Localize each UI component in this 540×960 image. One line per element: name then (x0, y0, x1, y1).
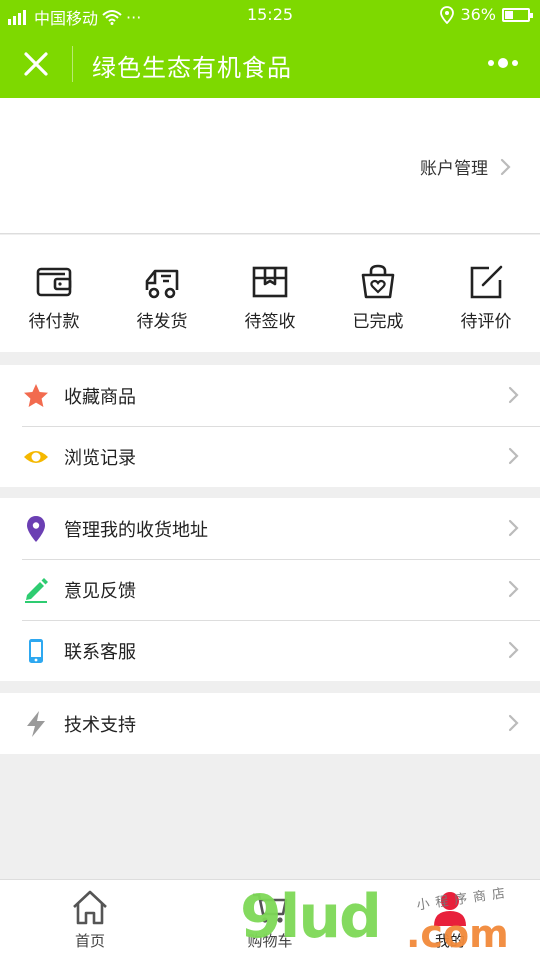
menu-customer-service[interactable]: 联系客服 (0, 620, 540, 681)
account-management-label: 账户管理 (420, 159, 488, 179)
page-title: 绿色生态有机食品 (92, 54, 292, 82)
chevron-right-icon (508, 714, 519, 732)
tab-profile[interactable]: 我的 (360, 880, 540, 960)
battery-icon (502, 7, 533, 22)
location-pin-icon (22, 515, 50, 543)
menu-label: 浏览记录 (64, 447, 136, 469)
order-label: 待签收 (244, 312, 296, 332)
order-label: 待付款 (28, 312, 80, 332)
tab-label: 我的 (434, 932, 465, 950)
lightning-icon (22, 710, 50, 738)
location-status-icon (440, 5, 455, 24)
star-icon (22, 382, 50, 410)
cart-icon (253, 893, 288, 923)
chevron-right-icon (508, 447, 519, 465)
menu-group-account: 管理我的收货地址 意见反馈 联系客服 (0, 498, 540, 681)
chevron-right-icon (508, 641, 519, 659)
order-completed[interactable]: 已完成 (324, 235, 432, 352)
status-bar: 中国移动 ··· 15:25 36% (0, 0, 540, 30)
menu-label: 意见反馈 (64, 580, 136, 602)
tab-cart[interactable]: 购物车 (180, 880, 360, 960)
pencil-icon (22, 576, 50, 604)
chevron-right-icon (508, 580, 519, 598)
menu-label: 收藏商品 (64, 386, 136, 408)
battery-percent: 36% (460, 5, 496, 24)
menu-label: 联系客服 (64, 641, 136, 663)
nav-divider (72, 46, 73, 82)
menu-favorites[interactable]: 收藏商品 (0, 365, 540, 426)
tab-label: 购物车 (247, 932, 293, 950)
order-status-bar: 待付款 待发货 待签收 已完成 待评价 (0, 235, 540, 352)
menu-label: 技术支持 (64, 714, 136, 736)
tab-home[interactable]: 首页 (0, 880, 180, 960)
edit-icon (470, 265, 503, 299)
menu-manage-address[interactable]: 管理我的收货地址 (0, 498, 540, 559)
menu-feedback[interactable]: 意见反馈 (0, 559, 540, 620)
order-label: 待发货 (136, 312, 188, 332)
order-pending-receipt[interactable]: 待签收 (216, 235, 324, 352)
menu-browse-history[interactable]: 浏览记录 (0, 426, 540, 487)
chevron-right-icon (508, 386, 519, 404)
order-label: 待评价 (460, 312, 512, 332)
wallet-icon (36, 267, 72, 297)
menu-group-favorites: 收藏商品 浏览记录 (0, 365, 540, 487)
phone-icon (22, 637, 50, 665)
eye-icon (22, 443, 50, 471)
tab-bar: 首页 购物车 我的 (0, 879, 540, 960)
profile-header: 账户管理 (0, 98, 540, 234)
user-icon (434, 892, 466, 926)
home-icon (73, 890, 107, 925)
menu-group-support: 技术支持 (0, 693, 540, 754)
menu-label: 管理我的收货地址 (64, 519, 208, 541)
order-pending-payment[interactable]: 待付款 (0, 235, 108, 352)
nav-bar: 绿色生态有机食品 (0, 30, 540, 98)
more-icon[interactable] (488, 58, 518, 68)
account-management-link[interactable]: 账户管理 (420, 154, 512, 179)
order-pending-review[interactable]: 待评价 (432, 235, 540, 352)
package-icon (252, 266, 288, 298)
chevron-right-icon (508, 519, 519, 537)
truck-icon (145, 269, 179, 299)
chevron-right-icon (500, 158, 511, 175)
order-label: 已完成 (352, 312, 404, 332)
bag-heart-icon (361, 264, 395, 299)
close-icon[interactable] (20, 48, 52, 80)
tab-label: 首页 (74, 932, 105, 950)
menu-tech-support[interactable]: 技术支持 (0, 693, 540, 754)
order-pending-shipment[interactable]: 待发货 (108, 235, 216, 352)
